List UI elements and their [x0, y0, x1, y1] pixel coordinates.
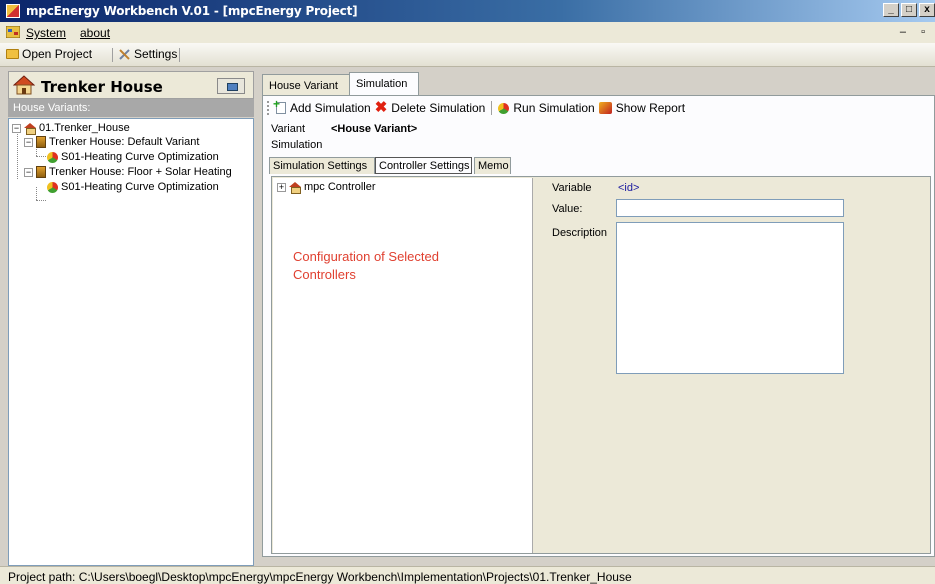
simulation-label: Simulation [271, 139, 323, 151]
tree-node-label: Trenker House: Floor + Solar Heating [49, 166, 232, 178]
run-icon [498, 102, 510, 114]
toolbar-separator [179, 48, 180, 62]
simulation-icon [47, 151, 58, 163]
controller-settings-content: + mpc Controller Configuration of Select… [271, 176, 931, 554]
menu-system-label: System [26, 26, 67, 40]
tab-simulation[interactable]: Simulation [349, 72, 419, 96]
toolbar-grip [267, 101, 270, 115]
mdi-window-icon [6, 26, 20, 38]
add-simulation-button[interactable]: Add Simulation [290, 101, 371, 115]
variant-icon [36, 136, 46, 148]
simulation-tab-content: Add Simulation ✖ Delete Simulation Run S… [262, 95, 935, 557]
tree-line [36, 200, 46, 201]
configuration-note: Configuration of Selected Controllers [293, 248, 439, 284]
close-button[interactable]: x [919, 3, 935, 17]
variable-label: Variable [552, 182, 592, 194]
configuration-note-line: Controllers [293, 267, 356, 282]
controller-icon [289, 182, 301, 194]
house-icon [13, 75, 35, 95]
value-input[interactable] [616, 199, 844, 217]
tree-line [36, 156, 46, 157]
title-bar: mpcEnergy Workbench V.01 - [mpcEnergy Pr… [0, 0, 935, 22]
tree-node-label: 01.Trenker_House [39, 122, 130, 134]
controller-tree[interactable]: + mpc Controller Configuration of Select… [273, 178, 533, 553]
variable-value: <id> [618, 182, 640, 194]
house-title: Trenker House [41, 78, 163, 96]
app-icon [6, 4, 20, 18]
tree-node-simulation[interactable]: S01-Heating Curve Optimization [47, 151, 219, 163]
tab-house-variant[interactable]: House Variant [262, 74, 350, 96]
expand-icon[interactable]: + [277, 182, 286, 192]
minimize-button[interactable]: _ [883, 3, 899, 17]
simulation-toolbar: Add Simulation ✖ Delete Simulation Run S… [267, 97, 685, 117]
toolbar-separator [112, 48, 113, 62]
tree-node-variant[interactable]: − Trenker House: Floor + Solar Heating [24, 166, 232, 178]
run-simulation-button[interactable]: Run Simulation [513, 101, 594, 115]
collapse-icon[interactable]: − [24, 167, 33, 177]
value-label: Value: [552, 203, 583, 215]
settings-button[interactable]: Settings [118, 47, 177, 61]
main-toolbar: Open Project Settings [0, 43, 935, 67]
show-report-button[interactable]: Show Report [616, 101, 685, 115]
open-project-button[interactable]: Open Project [6, 47, 92, 61]
settings-label: Settings [134, 47, 178, 61]
delete-icon: ✖ [374, 99, 388, 116]
simulation-icon [47, 181, 58, 193]
report-icon [598, 102, 612, 114]
tools-icon [119, 48, 130, 60]
tree-node-root[interactable]: − 01.Trenker_House [12, 122, 130, 135]
toolbar-separator [491, 101, 493, 115]
window-title: mpcEnergy Workbench V.01 - [mpcEnergy Pr… [26, 4, 358, 18]
controller-fields: Variable <id> Value: Description [540, 177, 930, 553]
variant-icon [36, 166, 46, 178]
tab-controller-settings[interactable]: Controller Settings [375, 157, 472, 174]
menu-system[interactable]: System [26, 26, 66, 40]
tree-node-label: S01-Heating Curve Optimization [61, 181, 219, 193]
tree-node-variant[interactable]: − Trenker House: Default Variant [24, 136, 199, 148]
tree-node-label: mpc Controller [304, 181, 376, 193]
house-variants-tree[interactable]: − 01.Trenker_House − Trenker House: Defa… [8, 118, 254, 566]
house-header: Trenker House [8, 71, 254, 99]
tree-line [17, 134, 18, 179]
tree-node-simulation[interactable]: S01-Heating Curve Optimization [47, 181, 219, 193]
status-bar: Project path: C:\Users\boegl\Desktop\mpc… [0, 566, 935, 584]
description-textarea[interactable] [616, 222, 844, 374]
maximize-button[interactable]: □ [901, 3, 917, 17]
description-label: Description [552, 227, 608, 239]
tab-memo[interactable]: Memo [474, 157, 511, 174]
house-select-button[interactable] [217, 78, 245, 94]
menu-about-label: about [80, 26, 111, 40]
folder-icon [6, 49, 19, 59]
house-variants-label: House Variants: [8, 99, 254, 117]
menu-bar: System about – ▫ [0, 22, 935, 43]
delete-simulation-button[interactable]: Delete Simulation [391, 101, 485, 115]
collapse-icon[interactable]: − [24, 137, 33, 147]
tree-line [36, 187, 37, 200]
add-icon [273, 97, 286, 114]
tree-node-controller[interactable]: + mpc Controller [277, 181, 376, 194]
variant-value: <House Variant> [331, 123, 418, 135]
project-path: Project path: C:\Users\boegl\Desktop\mpc… [8, 570, 632, 584]
open-project-label: Open Project [22, 47, 93, 61]
variant-label: Variant [271, 123, 306, 135]
tree-node-label: Trenker House: Default Variant [49, 136, 200, 148]
configuration-note-line: Configuration of Selected [293, 249, 439, 264]
mdi-controls[interactable]: – ▫ [900, 26, 931, 38]
tab-simulation-settings[interactable]: Simulation Settings [269, 157, 375, 174]
window-controls: _ □ x [883, 3, 935, 17]
house-panel: Trenker House House Variants: − 01.Trenk… [8, 71, 254, 566]
collapse-icon[interactable]: − [12, 123, 21, 133]
menu-about[interactable]: about [80, 26, 110, 40]
main-panel: House Variant Simulation Add Simulation … [260, 71, 935, 559]
house-icon [24, 123, 36, 135]
tree-node-label: S01-Heating Curve Optimization [61, 151, 219, 163]
